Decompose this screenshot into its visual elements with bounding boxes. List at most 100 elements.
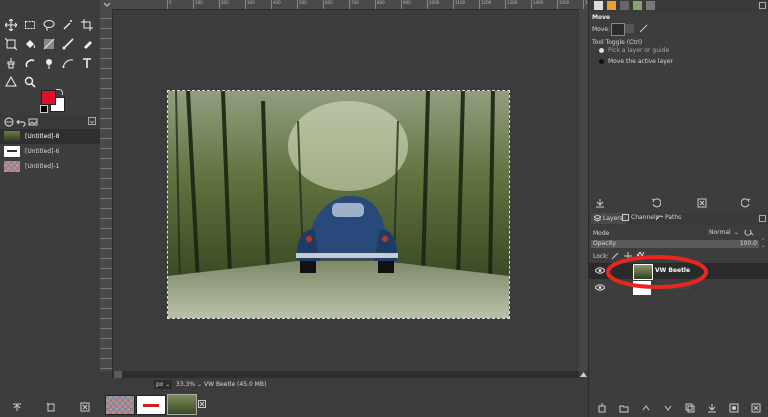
layers-tabs: Layers Channels Paths xyxy=(589,213,768,225)
tool-options-title: Move xyxy=(592,14,611,21)
mode-label: Mode xyxy=(593,230,610,237)
smudge-icon[interactable] xyxy=(23,56,37,70)
opacity-value: 100.0 xyxy=(739,240,757,247)
right-dock: Move Move: Tool Toggle (Ctrl) Pick a lay… xyxy=(588,0,768,417)
fuzzy-select-icon[interactable] xyxy=(61,18,75,32)
opacity-stepper[interactable]: ⌃ ⌄ xyxy=(761,239,765,249)
layer-mask-icon[interactable] xyxy=(727,402,741,414)
restore-options-icon[interactable] xyxy=(649,197,663,209)
move-icon[interactable] xyxy=(4,18,18,32)
image-list-item[interactable]: [Untitled]-6 xyxy=(4,144,59,159)
mode-value: Normal xyxy=(709,229,731,236)
images-tab-icon[interactable] xyxy=(28,117,38,129)
tab-paths[interactable]: Paths xyxy=(656,214,681,221)
canvas-menu-icon[interactable] xyxy=(103,1,111,10)
close-tab-icon[interactable] xyxy=(198,400,206,410)
tool-options-tab[interactable] xyxy=(594,1,603,10)
zoom-value: 33.3% xyxy=(176,381,196,388)
tool-options-tab-icon[interactable] xyxy=(4,117,14,129)
new-view-icon[interactable] xyxy=(44,401,58,413)
image-tab[interactable] xyxy=(136,395,166,415)
zoom-icon[interactable] xyxy=(23,75,37,89)
zoom-select[interactable]: 33.3% ⌄ xyxy=(176,381,202,388)
toolbox: [Untitled]-8 [Untitled]-6 [Untitled]-1 xyxy=(0,0,100,417)
text-icon[interactable] xyxy=(80,56,94,70)
vertical-scrollbar[interactable] xyxy=(579,9,588,371)
opacity-slider[interactable]: Opacity 100.0 xyxy=(591,240,759,248)
fg-color-swatch[interactable] xyxy=(41,90,56,105)
horizontal-scrollbar[interactable] xyxy=(112,371,579,378)
move-selection-toggle[interactable] xyxy=(625,24,634,33)
gradient-icon[interactable] xyxy=(42,37,56,51)
bucket-fill-icon[interactable] xyxy=(23,37,37,51)
horizontal-ruler[interactable]: 0 100 200 300 400 500 600 700 800 900 1000 1100 1200… xyxy=(112,0,588,10)
new-layer-icon[interactable] xyxy=(595,402,609,414)
paintbrush-icon[interactable] xyxy=(61,37,75,51)
image-tab[interactable] xyxy=(105,395,135,415)
raise-layer-icon[interactable] xyxy=(639,402,653,414)
merge-down-icon[interactable] xyxy=(705,402,719,414)
dodge-icon[interactable] xyxy=(42,56,56,70)
save-options-icon[interactable] xyxy=(593,197,607,209)
tool-options-tabs xyxy=(589,0,768,12)
move-layer-toggle[interactable] xyxy=(611,23,625,36)
image-list-item[interactable]: [Untitled]-1 xyxy=(4,159,59,174)
eraser-icon[interactable] xyxy=(80,37,94,51)
panel-menu-icon[interactable] xyxy=(759,215,766,224)
radio-label: Move the active layer xyxy=(608,58,673,65)
mode-reset-icon[interactable] xyxy=(744,228,754,239)
delete-options-icon[interactable] xyxy=(695,197,709,209)
image-list-item[interactable]: [Untitled]-8 xyxy=(0,129,100,144)
ruler-label: 1400 xyxy=(531,0,543,9)
rect-select-icon[interactable] xyxy=(23,18,37,32)
delete-layer-icon[interactable] xyxy=(749,402,763,414)
vertical-ruler[interactable] xyxy=(100,9,113,371)
radio-label: Pick a layer or guide xyxy=(608,47,670,54)
lasso-icon[interactable] xyxy=(42,18,56,32)
tool-toggle-label: Tool Toggle (Ctrl) xyxy=(592,39,643,46)
unit-select[interactable]: px ⌄ xyxy=(154,380,173,389)
ruler-label: 0 xyxy=(167,0,172,9)
ruler-label: 800 xyxy=(375,0,385,9)
transform-icon[interactable] xyxy=(4,37,18,51)
ruler-label: 900 xyxy=(401,0,411,9)
raise-view-icon[interactable] xyxy=(10,401,24,413)
panel-menu-icon[interactable] xyxy=(88,117,96,127)
mode-select[interactable]: Normal ⌄ xyxy=(709,229,739,236)
default-colors-icon[interactable] xyxy=(40,105,48,113)
undo-tab[interactable] xyxy=(620,1,629,10)
layers-list: VW Beetle Background xyxy=(589,255,768,398)
move-path-toggle[interactable] xyxy=(639,24,648,35)
tab-channels[interactable]: Channels xyxy=(622,214,659,221)
duplicate-layer-icon[interactable] xyxy=(683,402,697,414)
lower-layer-icon[interactable] xyxy=(661,402,675,414)
clone-icon[interactable] xyxy=(4,56,18,70)
radio-option[interactable]: Move the active layer xyxy=(599,58,673,65)
measure-icon[interactable] xyxy=(4,75,18,89)
ruler-label: 400 xyxy=(271,0,281,9)
ruler-label: 200 xyxy=(219,0,229,9)
swap-colors-icon[interactable] xyxy=(56,89,63,95)
delete-image-icon[interactable] xyxy=(78,401,92,413)
undo-history-tab-icon[interactable] xyxy=(16,117,26,129)
quick-mask-icon[interactable] xyxy=(114,371,122,378)
image-tab-active[interactable] xyxy=(167,394,197,415)
ruler-label: 600 xyxy=(323,0,333,9)
new-layer-group-icon[interactable] xyxy=(617,402,631,414)
ruler-label: 500 xyxy=(297,0,307,9)
reset-options-icon[interactable] xyxy=(739,197,753,209)
brushes-tab[interactable] xyxy=(646,1,655,10)
images-tab[interactable] xyxy=(633,1,642,10)
unit-value: px xyxy=(156,381,164,388)
panel-menu-icon[interactable] xyxy=(759,2,766,11)
visibility-eye-icon[interactable] xyxy=(594,267,606,276)
image-list-label: [Untitled]-6 xyxy=(25,148,60,155)
path-icon[interactable] xyxy=(61,56,75,70)
radio-option[interactable]: Pick a layer or guide xyxy=(599,47,669,54)
device-status-tab[interactable] xyxy=(607,1,616,10)
crop-icon[interactable] xyxy=(80,18,94,32)
visibility-eye-icon[interactable] xyxy=(594,284,606,293)
image-canvas[interactable] xyxy=(167,90,510,319)
tab-layers[interactable]: Layers xyxy=(591,213,626,224)
image-list-label: [Untitled]-1 xyxy=(25,163,60,170)
